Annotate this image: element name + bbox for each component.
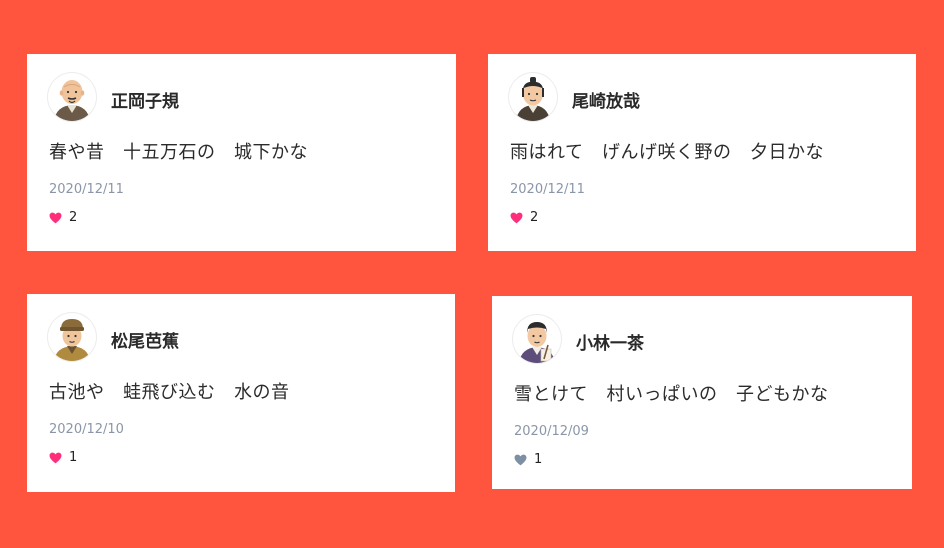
like-button[interactable]: 2 — [510, 210, 538, 225]
heart-icon — [510, 212, 523, 223]
post-card: 正岡子規 春や昔 十五万石の 城下かな 2020/12/11 2 — [27, 54, 456, 251]
man-with-brush-avatar-icon[interactable] — [513, 315, 561, 363]
heart-icon — [514, 454, 527, 465]
post-card: 尾崎放哉 雨はれて げんげ咲く野の 夕日かな 2020/12/11 2 — [488, 54, 916, 251]
haiku-text: 雪とけて 村いっぱいの 子どもかな — [514, 384, 829, 405]
haiku-text: 春や昔 十五万石の 城下かな — [49, 142, 308, 163]
post-date: 2020/12/11 — [49, 182, 124, 197]
like-button[interactable]: 2 — [49, 210, 77, 225]
like-count: 1 — [534, 452, 543, 467]
author-name[interactable]: 正岡子規 — [111, 87, 179, 112]
post-date: 2020/12/09 — [514, 424, 589, 439]
like-button[interactable]: 1 — [514, 452, 542, 467]
man-with-topknot-avatar-icon[interactable] — [509, 73, 557, 121]
heart-icon — [49, 212, 62, 223]
like-count: 2 — [530, 210, 539, 225]
bald-man-avatar-icon[interactable] — [48, 73, 96, 121]
post-card: 小林一茶 雪とけて 村いっぱいの 子どもかな 2020/12/09 1 — [492, 296, 912, 489]
heart-icon — [49, 452, 62, 463]
post-date: 2020/12/10 — [49, 422, 124, 437]
like-count: 2 — [69, 210, 78, 225]
author-name[interactable]: 尾崎放哉 — [572, 87, 640, 112]
author-name[interactable]: 小林一茶 — [576, 329, 644, 354]
post-grid: 正岡子規 春や昔 十五万石の 城下かな 2020/12/11 2 尾崎放哉 雨は… — [0, 0, 944, 548]
haiku-text: 雨はれて げんげ咲く野の 夕日かな — [510, 142, 824, 163]
post-card: 松尾芭蕉 古池や 蛙飛び込む 水の音 2020/12/10 1 — [27, 294, 455, 492]
like-button[interactable]: 1 — [49, 450, 77, 465]
haiku-text: 古池や 蛙飛び込む 水の音 — [49, 382, 290, 403]
like-count: 1 — [69, 450, 78, 465]
post-date: 2020/12/11 — [510, 182, 585, 197]
author-name[interactable]: 松尾芭蕉 — [111, 327, 179, 352]
man-with-hat-avatar-icon[interactable] — [48, 313, 96, 361]
